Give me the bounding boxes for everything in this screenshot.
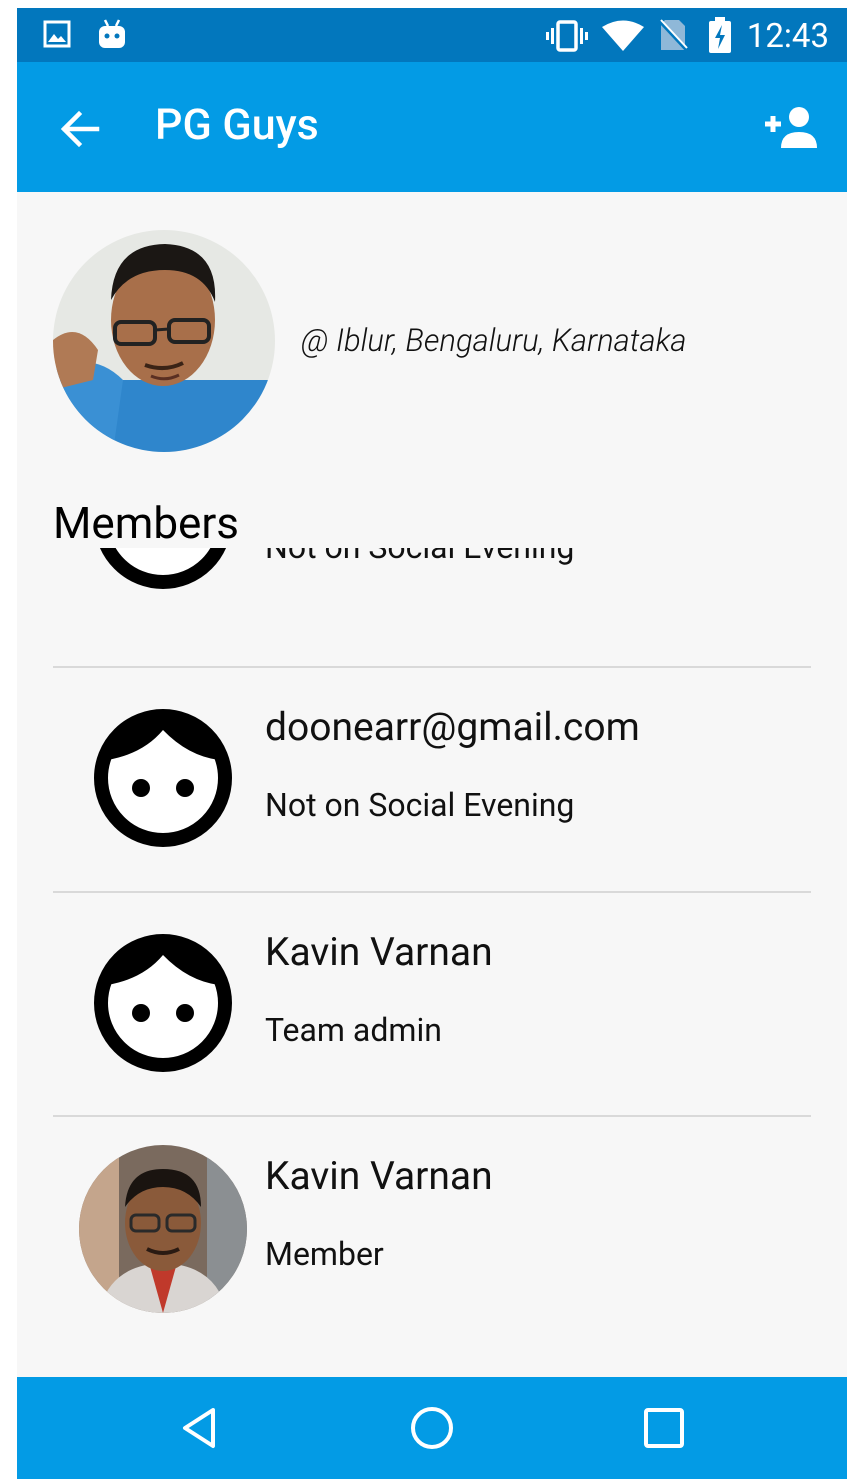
add-person-icon[interactable] bbox=[763, 104, 819, 152]
vibrate-icon bbox=[546, 20, 588, 52]
battery-charging-icon bbox=[709, 17, 731, 53]
member-name: Kavin Varnan bbox=[265, 1153, 493, 1199]
member-status: Not on Social Evening bbox=[265, 548, 574, 566]
face-icon bbox=[99, 548, 227, 589]
nav-home-icon[interactable] bbox=[409, 1405, 455, 1451]
list-item[interactable]: Kavin Varnan Member bbox=[17, 1117, 847, 1341]
nav-recents-icon[interactable] bbox=[641, 1405, 687, 1451]
page-title: PG Guys bbox=[155, 100, 319, 150]
group-location: @ Iblur, Bengaluru, Karnataka bbox=[301, 322, 687, 359]
status-time: 12:43 bbox=[746, 17, 829, 56]
member-status: Not on Social Evening bbox=[265, 786, 575, 824]
member-name: doonearr@gmail.com bbox=[265, 704, 640, 750]
status-bar: 12:43 bbox=[17, 8, 847, 62]
member-name: Kavin Varnan bbox=[265, 929, 493, 975]
wifi-icon bbox=[602, 20, 644, 51]
image-icon bbox=[43, 20, 71, 48]
app-bar: PG Guys bbox=[17, 62, 847, 192]
face-icon bbox=[94, 709, 232, 847]
screen: 12:43 PG Guys @ Iblur, Bengaluru, Karnat… bbox=[17, 8, 847, 1479]
list-item[interactable]: Kavin Varnan Team admin bbox=[17, 893, 847, 1117]
list-item[interactable]: Not on Social Evening bbox=[17, 548, 847, 634]
navigation-bar bbox=[17, 1377, 847, 1479]
members-heading: Members bbox=[53, 497, 239, 549]
android-icon bbox=[99, 19, 125, 48]
member-status: Team admin bbox=[265, 1011, 442, 1049]
members-list[interactable]: Not on Social Evening doonearr@gmail.com… bbox=[17, 548, 847, 1378]
group-profile-photo bbox=[53, 230, 275, 452]
list-item[interactable]: doonearr@gmail.com Not on Social Evening bbox=[17, 668, 847, 892]
member-status: Member bbox=[265, 1235, 384, 1273]
no-sim-icon bbox=[657, 18, 689, 52]
back-arrow-icon[interactable] bbox=[57, 106, 103, 152]
face-icon bbox=[94, 934, 232, 1072]
nav-back-icon[interactable] bbox=[177, 1405, 223, 1451]
avatar bbox=[79, 1145, 247, 1313]
